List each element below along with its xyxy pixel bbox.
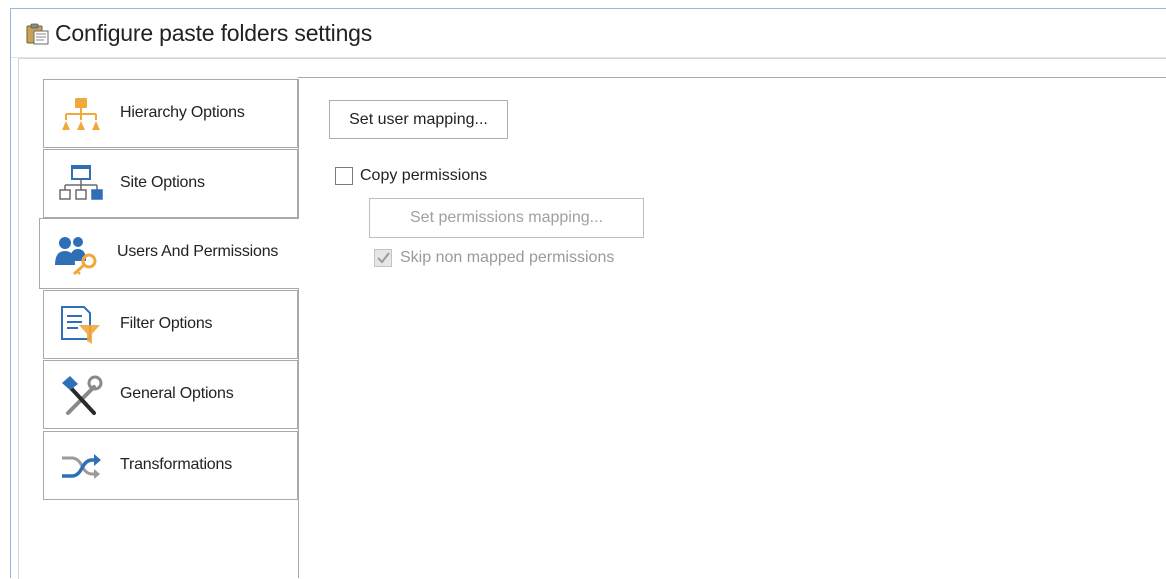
content-panel-top-border	[298, 77, 1166, 78]
title-bar: Configure paste folders settings	[11, 9, 1166, 58]
tab-label: Site Options	[120, 174, 205, 191]
skip-non-mapped-checkbox[interactable]	[374, 249, 392, 267]
tab-transformations[interactable]: Transformations	[43, 431, 298, 500]
skip-non-mapped-label: Skip non mapped permissions	[400, 249, 615, 266]
window-frame-left	[10, 8, 11, 578]
filter-icon	[58, 303, 104, 349]
tab-label: Hierarchy Options	[120, 104, 245, 121]
tab-general-options[interactable]: General Options	[43, 360, 298, 429]
tab-filter-options[interactable]: Filter Options	[43, 290, 298, 359]
shuffle-icon	[58, 444, 104, 490]
site-structure-icon	[58, 162, 104, 208]
hierarchy-icon	[58, 92, 104, 138]
configure-paste-folders-dialog: Configure paste folders settings Hierarc…	[0, 0, 1166, 579]
set-permissions-mapping-button[interactable]: Set permissions mapping...	[369, 198, 644, 238]
set-user-mapping-button[interactable]: Set user mapping...	[329, 100, 508, 139]
users-key-icon	[54, 231, 100, 277]
window-title: Configure paste folders settings	[55, 20, 373, 46]
clipboard-paste-icon	[25, 23, 51, 45]
tab-label: General Options	[120, 385, 234, 402]
copy-permissions-checkbox[interactable]	[335, 167, 353, 185]
tab-label: Filter Options	[120, 315, 213, 332]
tab-site-options[interactable]: Site Options	[43, 149, 298, 218]
checkmark-icon	[376, 250, 391, 270]
tab-users-and-permissions[interactable]: Users And Permissions	[39, 218, 299, 289]
tab-hierarchy-options[interactable]: Hierarchy Options	[43, 79, 298, 148]
tab-label: Users And Permissions	[117, 243, 279, 260]
copy-permissions-label: Copy permissions	[360, 167, 488, 184]
options-sidebar: Hierarchy Options Site Options Users And…	[39, 79, 300, 578]
tools-icon	[58, 373, 104, 419]
tab-label: Transformations	[120, 456, 233, 473]
